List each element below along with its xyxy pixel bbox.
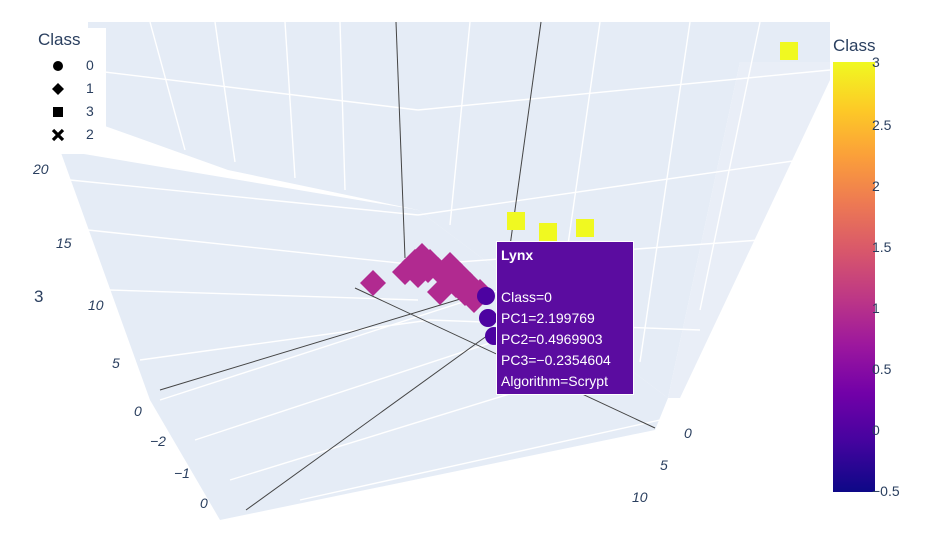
circle-icon [53, 61, 63, 71]
square-marker[interactable] [576, 219, 594, 237]
colorbar-tick: 2 [872, 178, 880, 194]
z-tick-label: 20 [32, 161, 49, 177]
square-icon [53, 107, 63, 117]
legend-label: 2 [86, 126, 94, 142]
y-tick-label: 10 [632, 489, 648, 505]
hover-line: PC3=−0.2354604 [501, 352, 611, 368]
legend-item-1[interactable]: 1 [50, 79, 110, 101]
colorbar-title: Class [833, 36, 876, 55]
legend-label: 3 [86, 103, 94, 119]
legend-item-2[interactable]: 2 [50, 125, 110, 147]
colorbar-tick: 2.5 [872, 117, 892, 133]
legend-item-0[interactable]: 0 [50, 56, 110, 78]
square-marker[interactable] [539, 223, 557, 241]
hover-line: Algorithm=Scrypt [501, 373, 608, 389]
circle-marker[interactable] [477, 287, 495, 305]
colorbar-tick: 0.5 [872, 361, 892, 377]
z-tick-label: 5 [112, 355, 120, 371]
square-marker[interactable] [507, 212, 525, 230]
colorbar [833, 62, 875, 492]
legend: Class 0 1 3 2 [34, 28, 106, 154]
z-tick-label: 10 [88, 297, 104, 313]
legend-item-3[interactable]: 3 [50, 102, 110, 124]
x-tick-label: −2 [150, 433, 166, 449]
colorbar-tick: 0 [872, 422, 880, 438]
z-tick-label: 0 [134, 403, 142, 419]
colorbar-tick: −0.5 [872, 483, 900, 499]
legend-label: 1 [86, 80, 94, 96]
x-icon [51, 128, 65, 142]
x-tick-label: 0 [200, 495, 208, 511]
colorbar-tick: 3 [872, 54, 880, 70]
plot-3d[interactable]: 20 15 10 5 0 −2 −1 0 0 5 10 3 [0, 0, 930, 536]
diamond-icon [52, 83, 64, 95]
square-marker[interactable] [780, 42, 798, 60]
hover-title: Lynx [501, 247, 534, 263]
z-axis-title: 3 [34, 287, 43, 306]
legend-title: Class [38, 30, 81, 49]
legend-label: 0 [86, 57, 94, 73]
z-tick-label: 15 [56, 235, 72, 251]
colorbar-tick: 1 [872, 300, 880, 316]
hover-tooltip: Lynx Class=0 PC1=2.199769 PC2=0.4969903 … [496, 241, 634, 395]
colorbar-tick: 1.5 [872, 239, 892, 255]
circle-marker[interactable] [479, 309, 497, 327]
y-tick-label: 0 [684, 425, 692, 441]
x-tick-label: −1 [174, 465, 190, 481]
y-tick-label: 5 [660, 457, 668, 473]
hover-line: Class=0 [501, 289, 552, 305]
hover-line: PC1=2.199769 [501, 310, 595, 326]
hover-line: PC2=0.4969903 [501, 331, 603, 347]
